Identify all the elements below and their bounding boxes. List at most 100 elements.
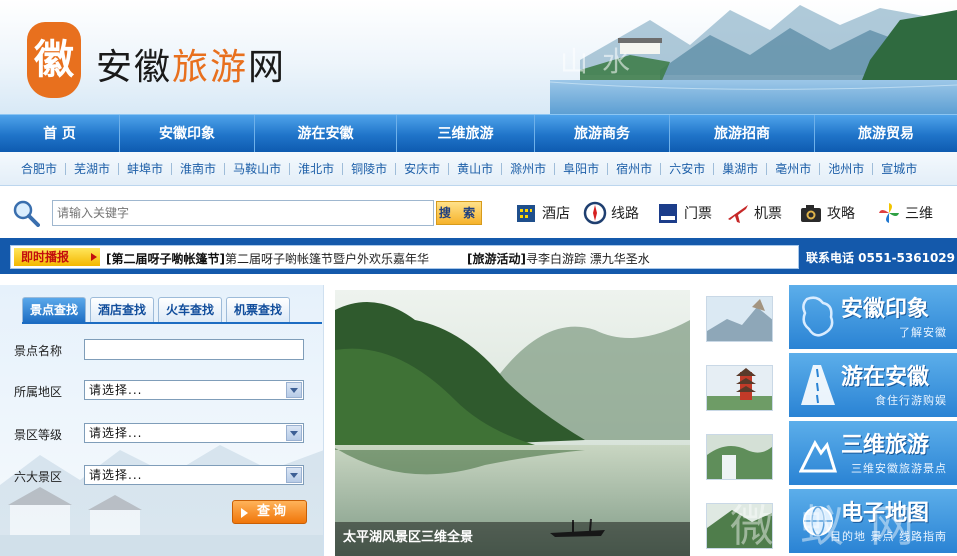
banner-3d-tour-title: 三维旅游 [841,432,930,458]
city-link[interactable]: 宣城市 [872,162,925,175]
scenic-area-label: 六大景区 [14,470,63,484]
play-arrow-icon [241,508,248,518]
search-icon [13,200,40,227]
city-link[interactable]: 阜阳市 [554,162,607,175]
nav-item-3d-tour[interactable]: 三维旅游 [397,115,535,153]
city-link[interactable]: 黄山市 [448,162,501,175]
thumbnail-1[interactable] [706,296,773,342]
scenic-area-select-value: 请选择... [89,468,143,482]
banner-3d-tour-subtitle: 三维安徽旅游景点 [851,462,947,475]
news-ticker: 即时播报 [第二届呀子喲帐篷节]第二届呀子喲帐篷节暨户外欢乐嘉年华 [旅游活动]… [10,245,799,269]
nav-item-home[interactable]: 首 页 [0,115,120,153]
tab-attraction-search[interactable]: 景点查找 [22,297,87,323]
city-link[interactable]: 铜陵市 [342,162,395,175]
quick-link-ticket-label: 门票 [684,206,712,222]
thumbnail-2-image [707,366,772,410]
quick-link-guide-label: 攻略 [827,206,855,222]
city-link[interactable]: 合肥市 [21,163,65,175]
search-tabs: 景点查找 酒店查找 火车查找 机票查找 [22,297,294,323]
attraction-search-panel: 景点查找 酒店查找 火车查找 机票查找 景点名称 所属地区 请选择... 景区等… [0,285,324,556]
banner-3d-tour[interactable]: 三维旅游 三维安徽旅游景点 [789,421,957,487]
quick-link-airfare[interactable]: 机票 [726,200,782,226]
attraction-name-label: 景点名称 [14,344,63,358]
tab-train-search[interactable]: 火车查找 [158,297,223,323]
compass-icon [583,201,607,225]
banner-anhui-impression-subtitle: 了解安徽 [899,326,947,339]
quick-link-route[interactable]: 线路 [583,200,639,226]
city-link[interactable]: 马鞍山市 [224,162,289,175]
ticker-item-2-tag: [旅游活动] [467,252,526,266]
city-link[interactable]: 巢湖市 [713,162,766,175]
thumbnail-1-image [707,297,772,341]
city-link[interactable]: 六安市 [660,162,713,175]
scenic-area-row: 六大景区 请选择... [14,465,314,487]
map-outline-icon [802,296,834,337]
banner-travel-anhui[interactable]: 游在安徽 食住行游购娱 [789,353,957,419]
main-navigation: 首 页 安徽印象 游在安徽 三维旅游 旅游商务 旅游招商 旅游贸易 [0,114,957,153]
mountain-icon [799,439,837,473]
city-link[interactable]: 亳州市 [766,162,819,175]
nav-item-tourism-business[interactable]: 旅游商务 [535,115,670,153]
banner-travel-anhui-subtitle: 食住行游购娱 [875,394,947,407]
thumbnail-3[interactable] [706,434,773,480]
quick-link-3d[interactable]: 三维 [877,200,933,226]
city-link[interactable]: 淮南市 [171,162,224,175]
ticket-icon [659,204,677,223]
chevron-down-icon[interactable] [286,382,302,398]
ticker-item-1[interactable]: [第二届呀子喲帐篷节]第二届呀子喲帐篷节暨户外欢乐嘉年华 [106,250,429,267]
tab-flight-search[interactable]: 机票查找 [226,297,291,323]
level-select-value: 请选择... [89,426,143,440]
city-link[interactable]: 宿州市 [607,162,660,175]
hotel-icon [517,205,535,222]
chevron-down-icon[interactable] [286,467,302,483]
taiping-lake-image [335,290,690,556]
region-select-value: 请选择... [89,383,143,397]
airplane-icon [728,205,748,223]
chevron-down-icon[interactable] [286,425,302,441]
city-link[interactable]: 芜湖市 [65,162,118,175]
quick-link-ticket[interactable]: 门票 [656,200,712,226]
query-button[interactable]: 查询 [232,500,307,524]
city-links-bar: 合肥市 芜湖市 蚌埠市 淮南市 马鞍山市 淮北市 铜陵市 安庆市 黄山市 滁州市… [0,152,957,186]
thumbnail-3-image [707,435,772,479]
news-ticker-bar: 即时播报 [第二届呀子喲帐篷节]第二届呀子喲帐篷节暨户外欢乐嘉年华 [旅游活动]… [0,238,957,274]
header-watermark: 山水 [560,45,645,78]
quick-link-route-label: 线路 [611,206,639,222]
tab-hotel-search[interactable]: 酒店查找 [90,297,155,323]
thumbnail-2[interactable] [706,365,773,411]
featured-scenery-caption: 太平湖风景区三维全景 [335,522,690,556]
banner-anhui-impression-title: 安徽印象 [841,296,930,322]
site-logo-text[interactable]: 安徽旅游网 [96,38,286,90]
ticker-item-2[interactable]: [旅游活动]寻李白游踪 漂九华圣水 [467,250,650,267]
logo-seal-icon[interactable]: 徽 [27,22,81,98]
search-button[interactable]: 搜 索 [436,201,482,225]
camera-icon [801,205,821,222]
ticker-item-1-text: 第二届呀子喲帐篷节暨户外欢乐嘉年华 [224,252,429,266]
banner-anhui-impression[interactable]: 安徽印象 了解安徽 [789,285,957,351]
quick-link-hotel[interactable]: 酒店 [514,200,570,226]
search-row: 搜 索 酒店 线路 门票 机票 攻略 三维 [0,187,957,237]
nav-item-investment[interactable]: 旅游招商 [670,115,815,153]
city-link[interactable]: 安庆市 [395,162,448,175]
region-row: 所属地区 请选择... [14,380,314,402]
road-icon [801,365,835,405]
featured-scenery[interactable]: 太平湖风景区三维全景 [335,290,690,556]
region-select[interactable]: 请选择... [84,380,304,400]
attraction-name-input[interactable] [84,339,304,360]
city-link[interactable]: 滁州市 [501,162,554,175]
quick-link-guide[interactable]: 攻略 [799,200,855,226]
banner-travel-anhui-title: 游在安徽 [841,364,930,390]
header-landscape-image [549,5,957,114]
scenic-area-select[interactable]: 请选择... [84,465,304,485]
site-header: 山水 徽 安徽旅游网 [0,0,957,114]
search-input[interactable] [52,200,434,226]
nav-item-anhui-impression[interactable]: 安徽印象 [120,115,255,153]
city-link[interactable]: 池州市 [819,162,872,175]
logo-text-part2: 旅游 [172,47,249,88]
city-link[interactable]: 蚌埠市 [118,162,171,175]
nav-item-trade[interactable]: 旅游贸易 [815,115,957,153]
query-button-label: 查询 [257,504,290,519]
level-select[interactable]: 请选择... [84,423,304,443]
city-link[interactable]: 淮北市 [289,162,342,175]
nav-item-travel-anhui[interactable]: 游在安徽 [255,115,397,153]
